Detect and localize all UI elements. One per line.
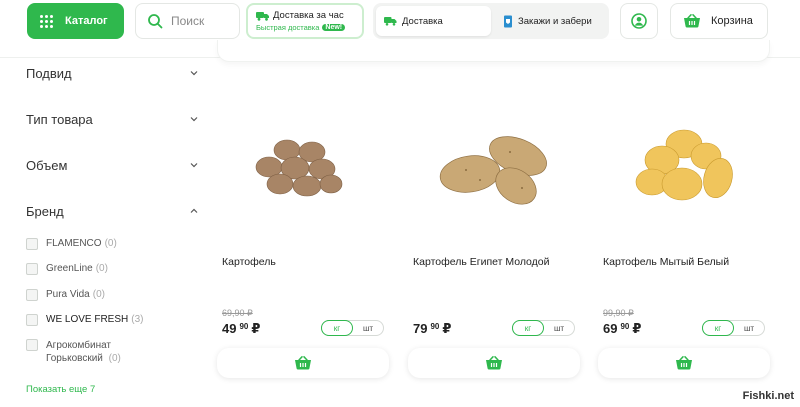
product-card[interactable]: Картофель Мытый Белый 99,90 ₽ 69 90 ₽ кг… — [598, 100, 770, 340]
brand-count: (0) — [108, 353, 121, 364]
pickup-label: Закажи и забери — [518, 15, 592, 27]
delivery-option[interactable]: Доставка — [376, 6, 491, 36]
filter-label: Тип товара — [26, 111, 93, 127]
brand-count: (0) — [104, 238, 117, 249]
add-to-cart-button[interactable] — [408, 348, 580, 378]
brand-count: (0) — [92, 289, 105, 300]
basket-icon — [684, 14, 700, 28]
brand-checkbox-greenline[interactable]: GreenLine (0) — [26, 263, 108, 275]
product-name[interactable]: Картофель Мытый Белый — [603, 256, 729, 268]
chevron-down-icon — [190, 163, 198, 168]
grid-icon — [40, 14, 53, 28]
product-card[interactable]: Картофель 69,90 ₽ 49 90 ₽ кг шт — [217, 100, 389, 340]
old-price: 99,90 ₽ — [603, 308, 634, 318]
filter-subtype[interactable]: Подвид — [26, 63, 198, 83]
cart-button[interactable]: Корзина — [670, 3, 768, 39]
cart-label: Корзина — [711, 15, 753, 27]
unit-kg-option[interactable]: кг — [512, 320, 544, 336]
product-image — [635, 129, 733, 201]
new-badge: New! — [322, 24, 346, 31]
chevron-down-icon — [190, 117, 198, 122]
pickup-option[interactable]: Закажи и забери — [495, 6, 605, 36]
price-kopecks: 90 — [239, 322, 249, 331]
catalog-button[interactable]: Каталог — [27, 3, 124, 39]
brand-count: (0) — [95, 263, 108, 274]
currency: ₽ — [632, 321, 642, 336]
filter-brand[interactable]: Бренд — [26, 201, 198, 221]
old-price: 69,90 ₽ — [222, 308, 253, 318]
unit-kg-option[interactable]: кг — [702, 320, 734, 336]
product-card[interactable]: Картофель Египет Молодой 79 90 ₽ кг шт — [408, 100, 580, 340]
filter-volume[interactable]: Объем — [26, 155, 198, 175]
price: 79 90 ₽ — [413, 321, 451, 337]
chevron-down-icon — [190, 71, 198, 76]
unit-toggle: кг шт — [702, 320, 765, 336]
basket-icon — [295, 356, 311, 370]
chevron-up-icon — [190, 208, 198, 213]
brand-name: WE LOVE FRESH — [46, 314, 129, 325]
unit-pcs-option[interactable]: шт — [544, 321, 574, 335]
price-rubles: 69 — [603, 321, 618, 336]
search-icon — [148, 14, 163, 29]
user-icon — [631, 13, 647, 29]
price-rubles: 79 — [413, 321, 428, 336]
search-placeholder: Поиск — [171, 14, 205, 28]
add-to-cart-button[interactable] — [598, 348, 770, 378]
filter-label: Бренд — [26, 203, 64, 219]
checkbox[interactable] — [26, 263, 38, 275]
product-image — [255, 139, 343, 197]
express-delivery-button[interactable]: Доставка за час Быстрая доставка New! — [246, 3, 364, 39]
account-button[interactable] — [620, 3, 658, 39]
brand-count: (3) — [131, 314, 144, 325]
express-subtitle: Быстрая доставка — [256, 23, 320, 32]
delivery-mode-toggle: Доставка Закажи и забери — [373, 3, 609, 39]
price-kopecks: 90 — [620, 322, 630, 331]
basket-icon — [676, 356, 692, 370]
watermark: Fishki.net — [742, 390, 794, 402]
truck-icon — [384, 17, 397, 26]
price: 49 90 ₽ — [222, 321, 260, 337]
basket-icon — [486, 356, 502, 370]
brand-checkbox-flamenco[interactable]: FLAMENCO (0) — [26, 238, 117, 250]
search-input[interactable]: Поиск — [135, 3, 240, 39]
price: 69 90 ₽ — [603, 321, 641, 337]
currency: ₽ — [251, 321, 261, 336]
price-rubles: 49 — [222, 321, 237, 336]
price-kopecks: 90 — [430, 322, 440, 331]
brand-name: GreenLine — [46, 263, 93, 274]
unit-pcs-option[interactable]: шт — [353, 321, 383, 335]
brand-name: Агрокомбинат Горьковский — [46, 340, 112, 364]
delivery-label: Доставка — [402, 15, 443, 27]
brand-checkbox-agrokombinat[interactable]: Агрокомбинат Горьковский (0) — [26, 339, 146, 365]
product-name[interactable]: Картофель — [222, 256, 276, 268]
unit-toggle: кг шт — [512, 320, 575, 336]
checkbox[interactable] — [26, 339, 38, 351]
filter-product-type[interactable]: Тип товара — [26, 109, 198, 129]
show-more-link[interactable]: Показать еще 7 — [26, 384, 95, 395]
add-to-cart-button[interactable] — [217, 348, 389, 378]
pickup-icon — [504, 15, 512, 27]
filter-label: Объем — [26, 157, 68, 173]
previous-row-bottom — [217, 40, 770, 62]
unit-pcs-option[interactable]: шт — [734, 321, 764, 335]
unit-kg-option[interactable]: кг — [321, 320, 353, 336]
express-truck-icon — [256, 11, 269, 21]
express-title: Доставка за час — [273, 10, 344, 21]
checkbox[interactable] — [26, 314, 38, 326]
brand-name: Pura Vida — [46, 289, 90, 300]
unit-toggle: кг шт — [321, 320, 384, 336]
checkbox[interactable] — [26, 238, 38, 250]
currency: ₽ — [442, 321, 452, 336]
filter-label: Подвид — [26, 65, 72, 81]
brand-checkbox-pura-vida[interactable]: Pura Vida (0) — [26, 289, 105, 301]
checkbox[interactable] — [26, 289, 38, 301]
brand-checkbox-we-love-fresh[interactable]: WE LOVE FRESH (3) — [26, 314, 143, 326]
brand-name: FLAMENCO — [46, 238, 102, 249]
catalog-label: Каталог — [65, 15, 108, 27]
product-name[interactable]: Картофель Египет Молодой — [413, 256, 550, 268]
product-image — [439, 136, 547, 205]
